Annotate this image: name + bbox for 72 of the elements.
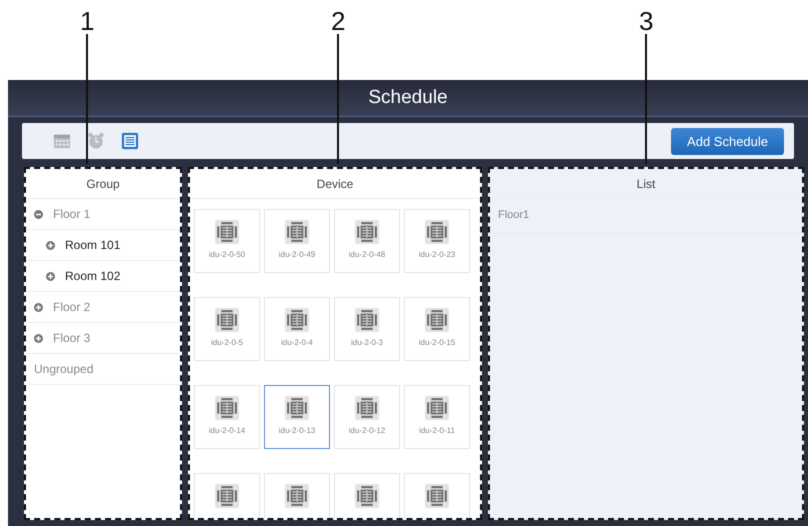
panel-header: Group bbox=[26, 169, 180, 199]
device-label: idu-2-0-3 bbox=[350, 338, 383, 347]
ac-unit-icon bbox=[425, 484, 449, 508]
tree-item[interactable]: Room 101 bbox=[26, 230, 180, 261]
ac-unit-icon bbox=[285, 308, 309, 332]
device-label: idu-2-0-14 bbox=[208, 426, 246, 435]
device-tile[interactable]: idu-2-0-3 bbox=[334, 297, 400, 361]
callout-number: 2 bbox=[331, 8, 346, 34]
ac-unit-icon bbox=[215, 396, 239, 420]
ac-unit-icon bbox=[215, 220, 239, 244]
device-label: idu-2-0-5 bbox=[210, 338, 243, 347]
device-label: idu-2-0-13 bbox=[278, 426, 316, 435]
ac-unit-icon bbox=[215, 484, 239, 508]
device-label: idu-2-0-4 bbox=[280, 338, 313, 347]
tree-item[interactable]: Ungrouped bbox=[26, 354, 180, 385]
window-title: Schedule bbox=[368, 87, 448, 109]
device-tile[interactable]: idu-2-0-13 bbox=[264, 385, 330, 449]
ac-unit-icon bbox=[285, 220, 309, 244]
minus-circle-icon[interactable] bbox=[34, 210, 43, 218]
ac-unit-icon bbox=[425, 308, 449, 332]
device-label: idu-2-0-15 bbox=[418, 338, 456, 347]
device-tile[interactable]: idu-2-0-5 bbox=[194, 297, 260, 361]
tree-label: Floor 1 bbox=[53, 207, 90, 221]
ac-unit-icon bbox=[285, 396, 309, 420]
tree-label: Room 102 bbox=[65, 269, 120, 283]
device-tile[interactable]: idu-2-0-50 bbox=[194, 209, 260, 273]
device-tile[interactable]: idu-2-0-23 bbox=[404, 209, 470, 273]
device-tile[interactable]: idu-2-0-11 bbox=[404, 385, 470, 449]
device-label: idu-2-0-23 bbox=[418, 250, 456, 259]
ac-unit-icon bbox=[215, 308, 239, 332]
plus-circle-icon[interactable] bbox=[46, 240, 55, 250]
device-label: idu-2-0-48 bbox=[348, 250, 386, 259]
plus-circle-icon[interactable] bbox=[34, 334, 43, 342]
tree-label: Ungrouped bbox=[34, 362, 94, 376]
device-tile[interactable] bbox=[264, 473, 330, 518]
add-schedule-button[interactable]: Add Schedule bbox=[671, 128, 784, 154]
plus-circle-icon[interactable] bbox=[34, 302, 43, 312]
ac-unit-icon bbox=[355, 396, 379, 420]
device-tile[interactable] bbox=[334, 473, 400, 518]
callout-number: 3 bbox=[639, 8, 654, 34]
list-icon[interactable] bbox=[121, 132, 139, 150]
device-tile[interactable] bbox=[194, 473, 260, 518]
ac-unit-icon bbox=[355, 484, 379, 508]
device-tile[interactable]: idu-2-0-12 bbox=[334, 385, 400, 449]
list-item[interactable]: Floor1 bbox=[490, 199, 802, 234]
device-tile[interactable]: idu-2-0-15 bbox=[404, 297, 470, 361]
tree-item[interactable]: Floor 2 bbox=[26, 292, 180, 323]
ac-unit-icon bbox=[425, 396, 449, 420]
device-label: idu-2-0-11 bbox=[419, 426, 455, 435]
panel-header: List bbox=[490, 169, 802, 199]
tree-label: Floor 3 bbox=[53, 331, 90, 345]
device-tile[interactable] bbox=[404, 473, 470, 518]
ac-unit-icon bbox=[355, 308, 379, 332]
panel-header: Device bbox=[190, 169, 480, 199]
device-tile[interactable]: idu-2-0-48 bbox=[334, 209, 400, 273]
tree-label: Room 101 bbox=[65, 238, 120, 252]
device-tile[interactable]: idu-2-0-49 bbox=[264, 209, 330, 273]
device-tile[interactable]: idu-2-0-14 bbox=[194, 385, 260, 449]
tree-item[interactable]: Floor 1 bbox=[26, 199, 180, 230]
device-tile[interactable]: idu-2-0-4 bbox=[264, 297, 330, 361]
callout-number: 1 bbox=[80, 8, 94, 34]
device-label: idu-2-0-49 bbox=[278, 250, 316, 259]
ac-unit-icon bbox=[285, 484, 309, 508]
device-label: idu-2-0-50 bbox=[208, 250, 246, 259]
alarm-clock-icon[interactable] bbox=[87, 132, 105, 150]
device-label: idu-2-0-12 bbox=[348, 426, 386, 435]
tree-item[interactable]: Floor 3 bbox=[26, 323, 180, 354]
ac-unit-icon bbox=[425, 220, 449, 244]
tree-label: Floor 2 bbox=[53, 300, 90, 314]
plus-circle-icon[interactable] bbox=[46, 272, 55, 280]
ac-unit-icon bbox=[355, 220, 379, 244]
tree-item[interactable]: Room 102 bbox=[26, 261, 180, 292]
